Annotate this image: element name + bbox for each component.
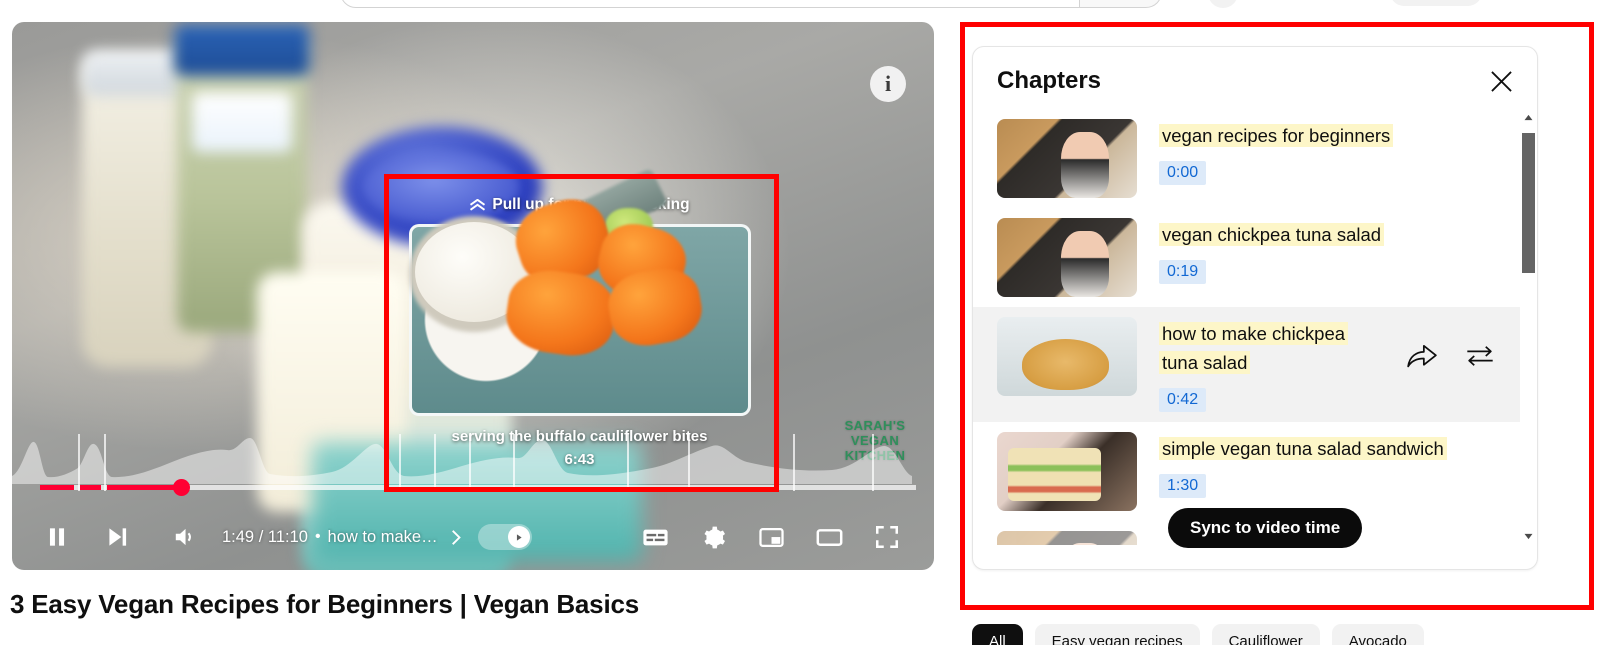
volume-icon: [175, 528, 191, 546]
background-blue-cap-inner: [364, 152, 519, 222]
background-jar-2-label: [192, 92, 292, 152]
preview-knife: [551, 167, 669, 253]
preview-lime: [605, 208, 653, 248]
subtitles-button[interactable]: [632, 514, 678, 560]
preview-bite-4: [603, 262, 707, 352]
chip-easy-vegan-recipes[interactable]: Easy vegan recipes: [1034, 624, 1200, 645]
most-replayed-heatmap: [12, 438, 912, 484]
watermark-line-1: SARAH'S: [844, 418, 906, 433]
create-button[interactable]: [1390, 0, 1482, 6]
autoplay-knob: [507, 526, 530, 548]
voice-search-button[interactable]: [1208, 0, 1238, 8]
play-small-icon: [511, 530, 526, 544]
chevron-right-icon: [452, 529, 461, 545]
chapter-divider: [626, 434, 629, 491]
subtitles-icon: [642, 529, 668, 545]
pause-icon: [49, 528, 65, 546]
player-controls: 1:49 / 11:10 • how to make…: [12, 504, 934, 570]
miniplayer-button[interactable]: [748, 514, 794, 560]
progress-scrubber[interactable]: [173, 479, 191, 496]
progress-played: [80, 485, 102, 490]
next-icon: [109, 528, 127, 546]
theater-mode-button[interactable]: [806, 514, 852, 560]
theater-icon: [816, 528, 842, 546]
progress-played: [40, 485, 75, 490]
pause-button[interactable]: [34, 514, 80, 560]
settings-button[interactable]: [690, 514, 736, 560]
search-button[interactable]: [1080, 0, 1162, 8]
search-input[interactable]: [340, 0, 1080, 8]
time-display: 1:49 / 11:10: [222, 527, 308, 546]
top-search-bar: [0, 0, 1600, 18]
progress-bar[interactable]: [40, 434, 916, 496]
fullscreen-button[interactable]: [864, 514, 910, 560]
chapter-divider: [793, 434, 796, 491]
chapter-divider: [513, 434, 516, 491]
preview-bite-2: [591, 216, 693, 308]
autoplay-toggle[interactable]: [477, 524, 532, 550]
progress-played: [106, 485, 183, 490]
preview-bite-1: [506, 189, 620, 295]
chapter-divider: [872, 434, 875, 491]
chip-all[interactable]: All: [972, 624, 1023, 645]
chapter-divider: [434, 434, 437, 491]
miniplayer-icon: [758, 527, 784, 547]
chip-cauliflower[interactable]: Cauliflower: [1211, 624, 1320, 645]
info-icon[interactable]: i: [870, 66, 906, 102]
next-button[interactable]: [94, 514, 140, 560]
time-chapter-separator: •: [314, 528, 321, 545]
current-chapter-label[interactable]: how to make…: [328, 528, 438, 547]
volume-button[interactable]: [162, 514, 208, 560]
chapter-divider: [77, 434, 80, 491]
youtube-watch-page: i SARAH'S VEGAN KITCHEN Pull up for prec…: [0, 0, 1600, 645]
expand-chapter-button[interactable]: [438, 514, 474, 560]
chapter-divider: [399, 434, 402, 491]
filter-chips: All Easy vegan recipes Cauliflower Avoca…: [972, 624, 1424, 645]
gear-icon: [704, 526, 725, 548]
background-jar-2-cap: [174, 24, 310, 76]
chip-avocado[interactable]: Avocado: [1331, 624, 1424, 645]
chapter-divider: [469, 434, 472, 491]
fullscreen-icon: [876, 526, 898, 548]
video-player[interactable]: i SARAH'S VEGAN KITCHEN Pull up for prec…: [12, 22, 934, 570]
chapter-divider: [688, 434, 691, 491]
page-title: 3 Easy Vegan Recipes for Beginners | Veg…: [10, 589, 639, 619]
chapter-divider: [103, 434, 106, 491]
sync-to-video-time-tooltip: Sync to video time: [1168, 508, 1363, 548]
preview-bite-3: [501, 264, 621, 362]
